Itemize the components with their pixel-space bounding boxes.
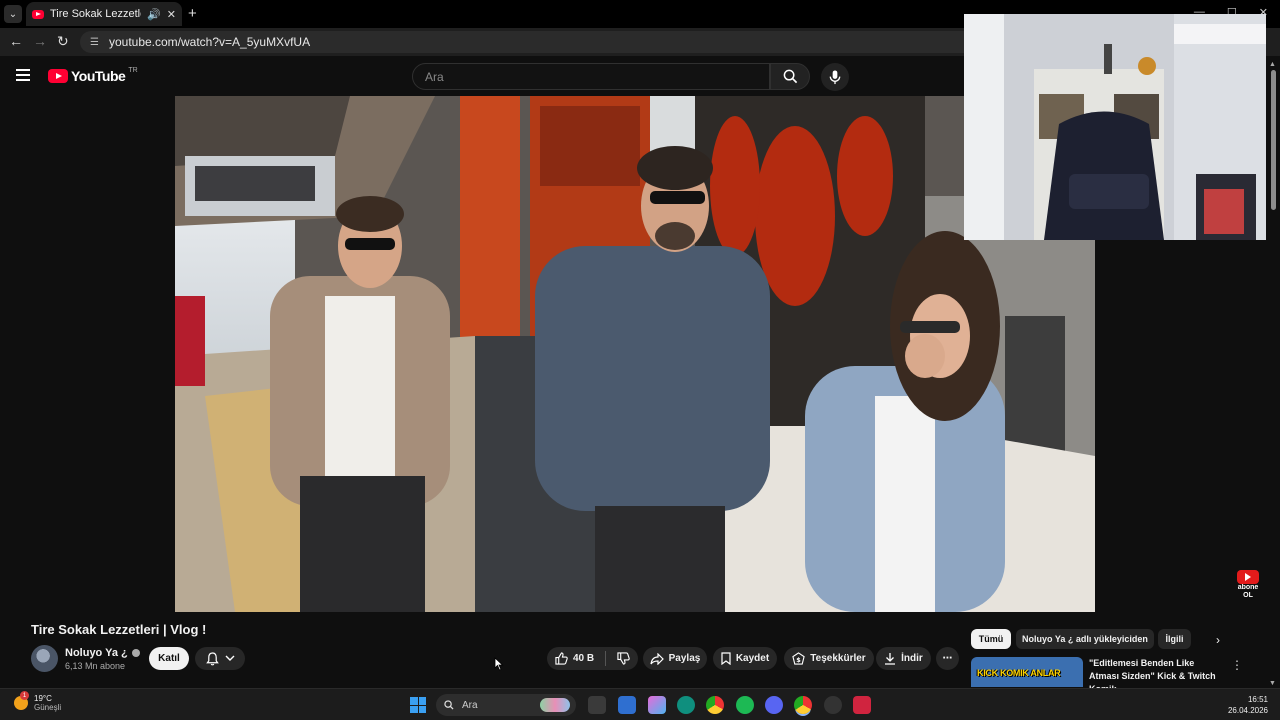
- like-icon[interactable]: [555, 652, 568, 665]
- chevron-down-icon: [225, 655, 234, 661]
- page-scrollbar[interactable]: [1270, 60, 1277, 688]
- like-count[interactable]: 40 B: [573, 653, 594, 664]
- badge-text-bottom: OL: [1243, 592, 1253, 599]
- spotify-icon[interactable]: [736, 696, 754, 714]
- notification-badge: 1: [20, 691, 29, 700]
- weather-widget[interactable]: 1 19°C Güneşli: [14, 691, 62, 712]
- search-icon: [783, 69, 797, 84]
- webcam-overlay: [964, 14, 1266, 240]
- dislike-icon[interactable]: [617, 652, 630, 665]
- site-settings-icon[interactable]: ☰: [90, 37, 99, 48]
- youtube-wordmark: YouTube: [71, 68, 126, 84]
- youtube-favicon-icon: [32, 9, 44, 19]
- taskbar-search[interactable]: Ara: [436, 694, 576, 716]
- edge-icon[interactable]: [677, 696, 695, 714]
- chrome-icon[interactable]: [706, 696, 724, 714]
- browser-tab[interactable]: Tire Sokak Lezzetleri | Vlog 🔊 ✕: [26, 2, 182, 26]
- subscribe-overlay-badge[interactable]: abone OL: [1234, 570, 1262, 599]
- tab-title: Tire Sokak Lezzetleri | Vlog: [50, 8, 141, 20]
- windows-start-icon[interactable]: [410, 697, 426, 713]
- tab-list-button[interactable]: ⌄: [4, 5, 22, 23]
- scrollbar-thumb[interactable]: [1271, 70, 1276, 210]
- svg-text:$: $: [797, 656, 802, 664]
- like-dislike-group: 40 B: [547, 647, 638, 670]
- search-button[interactable]: [770, 63, 810, 90]
- more-actions-button[interactable]: ⋯: [936, 647, 959, 670]
- play-badge-icon: [1237, 570, 1259, 584]
- channel-name-row[interactable]: Noluyo Ya ¿: [65, 647, 140, 659]
- like-divider: [605, 651, 607, 666]
- chrome-active-icon[interactable]: [794, 696, 812, 714]
- back-icon[interactable]: ←: [9, 33, 23, 49]
- download-button[interactable]: İndir: [876, 647, 931, 670]
- mouse-cursor-icon: [494, 657, 504, 671]
- reload-icon[interactable]: ↻: [57, 33, 69, 50]
- thanks-button[interactable]: $ Teşekkürler: [784, 647, 874, 670]
- youtube-logo[interactable]: YouTube TR: [48, 66, 138, 84]
- bell-icon: [205, 651, 219, 665]
- share-button[interactable]: Paylaş: [643, 647, 707, 670]
- close-tab-icon[interactable]: ✕: [167, 8, 176, 21]
- save-button[interactable]: Kaydet: [713, 647, 777, 670]
- task-view-icon[interactable]: [588, 696, 606, 714]
- weather-desc: Güneşli: [34, 703, 62, 712]
- bookmark-icon: [721, 652, 731, 665]
- subscriber-count: 6,13 Mn abone: [65, 661, 126, 671]
- search-input[interactable]: Ara: [412, 63, 770, 90]
- youtube-play-icon: [48, 69, 68, 83]
- app-red-icon[interactable]: [853, 696, 871, 714]
- chip-from-uploader[interactable]: Noluyo Ya ¿ adlı yükleyiciden: [1016, 629, 1154, 649]
- thanks-label: Teşekkürler: [810, 653, 866, 664]
- share-label: Paylaş: [668, 653, 701, 664]
- weather-temp: 19°C: [34, 694, 52, 703]
- share-icon: [650, 652, 664, 665]
- more-horizontal-icon: ⋯: [942, 653, 953, 664]
- channel-name[interactable]: Noluyo Ya ¿: [65, 647, 128, 659]
- scroll-up-icon[interactable]: ▲: [1269, 61, 1276, 68]
- new-tab-button[interactable]: +: [188, 5, 197, 22]
- chip-all[interactable]: Tümü: [971, 629, 1011, 649]
- video-frame-image: [175, 96, 1095, 612]
- download-icon: [885, 653, 896, 665]
- video-title: Tire Sokak Lezzetleri | Vlog !: [31, 622, 207, 637]
- more-vertical-icon[interactable]: ⋮: [1231, 658, 1243, 672]
- outlook-icon[interactable]: [618, 696, 636, 714]
- obs-icon[interactable]: [824, 696, 842, 714]
- speaker-icon[interactable]: 🔊: [147, 8, 161, 21]
- notification-bell-button[interactable]: [195, 647, 245, 670]
- chevron-right-icon[interactable]: ›: [1216, 633, 1220, 647]
- sun-icon: 1: [14, 691, 29, 710]
- system-clock[interactable]: 16:51 26.04.2026: [1228, 694, 1268, 716]
- recommendation-thumbnail[interactable]: KICK KOMIK ANLAR: [971, 657, 1083, 687]
- clock-date: 26.04.2026: [1227, 706, 1268, 715]
- chip-related[interactable]: İlgili: [1158, 629, 1191, 649]
- download-label: İndir: [901, 653, 923, 664]
- copilot-icon[interactable]: [648, 696, 666, 714]
- thumbnail-text: KICK KOMIK ANLAR: [977, 668, 1061, 678]
- hamburger-menu-icon[interactable]: [16, 69, 30, 81]
- search-highlight-icon: [540, 698, 570, 712]
- clock-time: 16:51: [1247, 695, 1268, 704]
- save-label: Kaydet: [735, 653, 770, 664]
- region-code: TR: [128, 66, 138, 74]
- voice-search-button[interactable]: [821, 63, 849, 91]
- microphone-icon: [829, 69, 841, 84]
- video-player[interactable]: [175, 96, 1095, 612]
- verified-icon: [131, 649, 140, 657]
- discord-icon[interactable]: [765, 696, 783, 714]
- super-thanks-icon: $: [792, 652, 806, 665]
- search-icon: [444, 700, 454, 710]
- channel-avatar[interactable]: [31, 645, 58, 672]
- forward-icon[interactable]: →: [33, 33, 47, 49]
- badge-text-top: abone: [1237, 584, 1259, 591]
- join-button[interactable]: Katıl: [149, 647, 189, 670]
- url-text: youtube.com/watch?v=A_5yuMXvfUA: [108, 35, 311, 49]
- windows-taskbar: 1 19°C Güneşli Ara 16:51 26.04.2026: [0, 688, 1280, 720]
- scroll-down-icon[interactable]: ▼: [1269, 680, 1276, 687]
- taskbar-search-placeholder: Ara: [462, 699, 478, 711]
- webcam-image: [964, 14, 1266, 240]
